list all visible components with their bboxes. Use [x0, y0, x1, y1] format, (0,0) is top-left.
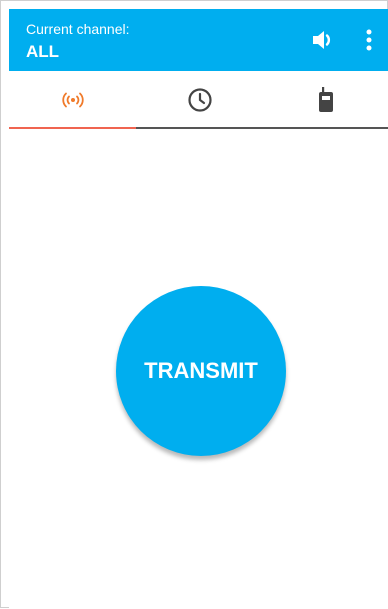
- tab-bar: [9, 71, 388, 129]
- broadcast-icon: [61, 92, 84, 108]
- clock-icon: [187, 88, 212, 112]
- tab-history[interactable]: [136, 71, 263, 129]
- tab-broadcast[interactable]: [9, 71, 136, 129]
- transmit-button[interactable]: TRANSMIT: [116, 286, 286, 456]
- more-vert-icon[interactable]: [359, 27, 379, 53]
- walkie-talkie-icon: [319, 87, 333, 112]
- current-channel-caption: Current channel:: [26, 21, 130, 37]
- main-content: TRANSMIT: [9, 129, 388, 609]
- app-header: Current channel: ALL: [9, 9, 388, 71]
- tab-devices[interactable]: [263, 71, 388, 129]
- app-frame: Current channel: ALL TRANSMIT: [0, 0, 388, 609]
- volume-icon[interactable]: [311, 29, 335, 51]
- current-channel-name[interactable]: ALL: [26, 42, 59, 62]
